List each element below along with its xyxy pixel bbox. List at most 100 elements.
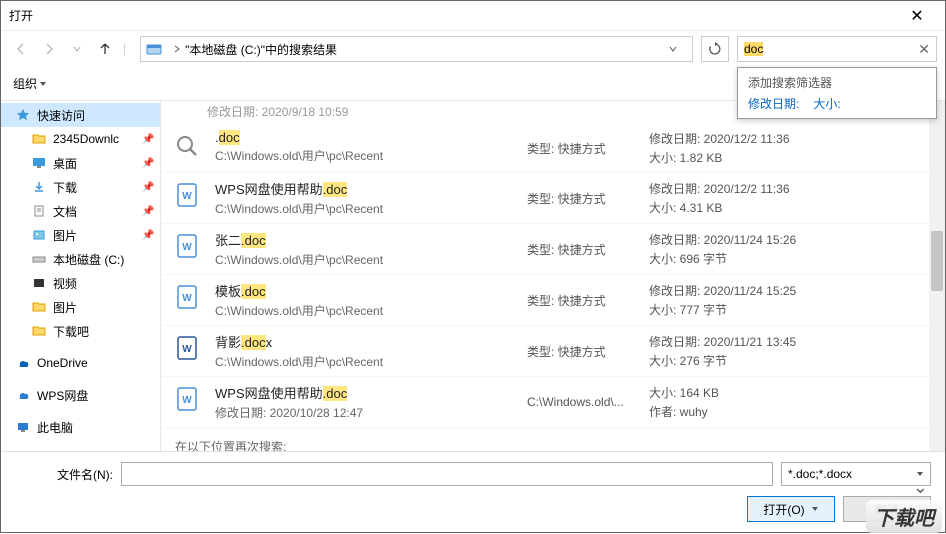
nav-label: 图片	[53, 299, 77, 316]
nav-label: 下载	[53, 179, 77, 196]
body: 快速访问 2345Downlc 📌 桌面 📌 下载 📌 文档 📌 图片 📌 本地磁盘 (C…	[1, 101, 945, 451]
organize-label: 组织	[13, 75, 37, 92]
scroll-thumb[interactable]	[931, 231, 943, 291]
watermark: ⌄ 下载吧	[816, 473, 946, 533]
chevron-right-icon	[169, 45, 185, 53]
nav-label: OneDrive	[37, 356, 88, 370]
up-button[interactable]	[93, 37, 117, 61]
forward-button[interactable]	[37, 37, 61, 61]
star-icon	[15, 107, 31, 123]
file-meta: 修改日期: 2020/12/2 11:36大小: 4.31 KB	[649, 179, 937, 217]
address-path: "本地磁盘 (C:)"中的搜索结果	[185, 41, 668, 58]
search-box[interactable]: doc ✕	[737, 36, 937, 62]
file-name-col: 模板.docC:\Windows.old\用户\pc\Recent	[215, 281, 515, 319]
nav-desktop[interactable]: 桌面 📌	[1, 151, 160, 175]
file-icon: W	[171, 281, 203, 313]
pc-icon	[15, 419, 31, 435]
result-row[interactable]: WWPS网盘使用帮助.doc修改日期: 2020/10/28 12:47C:\W…	[161, 377, 945, 428]
svg-text:W: W	[182, 293, 192, 304]
result-row[interactable]: W 模板.docC:\Windows.old\用户\pc\Recent 类型: 快捷…	[161, 275, 945, 326]
result-row[interactable]: W WPS网盘使用帮助.docC:\Windows.old\用户\pc\Recen…	[161, 173, 945, 224]
filter-date-link[interactable]: 修改日期:	[748, 95, 799, 112]
file-meta: 大小: 164 KB作者: wuhy	[649, 383, 937, 421]
file-meta: 修改日期: 2020/11/21 13:45大小: 276 字节	[649, 332, 937, 370]
nav-label: 图片	[53, 227, 77, 244]
nav-label: 2345Downlc	[53, 132, 119, 146]
svg-text:W: W	[182, 191, 192, 202]
file-path: C:\Windows.old\用户\pc\Recent	[215, 251, 515, 268]
pin-icon: 📌	[142, 230, 152, 241]
results-list: 修改日期: 2020/9/18 10:59 .docC:\Windows.old…	[161, 101, 945, 451]
file-name-col: 背影.docx C:\Windows.old\用户\pc\Recent	[215, 332, 515, 370]
nav-label: 本地磁盘 (C:)	[53, 251, 124, 268]
file-name: 背影.docx	[215, 332, 515, 351]
address-dropdown[interactable]	[668, 44, 688, 54]
result-row[interactable]: W 张二.docC:\Windows.old\用户\pc\Recent 类型: 快捷…	[161, 224, 945, 275]
file-icon: W	[171, 230, 203, 262]
nav-onedrive[interactable]: OneDrive	[1, 351, 160, 375]
nav-downloads[interactable]: 下载 📌	[1, 175, 160, 199]
nav-label: 文档	[53, 203, 77, 220]
window-title: 打开	[9, 7, 897, 24]
file-meta: 修改日期: 2020/11/24 15:25大小: 777 字节	[649, 281, 937, 319]
svg-text:W: W	[182, 395, 192, 406]
nav-quick-access[interactable]: 快速访问	[1, 103, 160, 127]
file-name-col: .docC:\Windows.old\用户\pc\Recent	[215, 130, 515, 166]
pin-icon: 📌	[142, 158, 152, 169]
file-name: WPS网盘使用帮助.doc	[215, 383, 515, 402]
svg-text:W: W	[182, 344, 192, 355]
nav-documents[interactable]: 文档 📌	[1, 199, 160, 223]
drive-icon	[31, 251, 47, 267]
nav-label: 快速访问	[37, 107, 85, 124]
file-path: C:\Windows.old\用户\pc\Recent	[215, 200, 515, 217]
search-text: doc	[744, 42, 763, 56]
file-type-col: 类型: 快捷方式	[527, 130, 637, 166]
drive-icon	[145, 40, 163, 58]
command-bar: 组织 添加搜索筛选器 修改日期: 大小:	[1, 67, 945, 101]
file-type-col: 类型: 快捷方式	[527, 230, 637, 268]
pictures-icon	[31, 227, 47, 243]
nav-local-disk[interactable]: 本地磁盘 (C:)	[1, 247, 160, 271]
filename-input[interactable]	[121, 462, 773, 486]
refresh-button[interactable]	[701, 36, 729, 62]
nav-pictures[interactable]: 图片 📌	[1, 223, 160, 247]
result-row[interactable]: W背影.docxC:\Windows.old\用户\pc\Recent类型: 快…	[161, 326, 945, 377]
file-name-col: WPS网盘使用帮助.docC:\Windows.old\用户\pc\Recent	[215, 179, 515, 217]
scrollbar[interactable]	[929, 101, 945, 451]
file-path: C:\Windows.old\用户\pc\Recent	[215, 147, 515, 164]
folder-icon	[31, 323, 47, 339]
clear-search-icon[interactable]: ✕	[918, 41, 930, 58]
nav-xiazaiba[interactable]: 下载吧	[1, 319, 160, 343]
nav-label: 桌面	[53, 155, 77, 172]
nav-label: WPS网盘	[37, 387, 88, 404]
file-path: C:\Windows.old\用户\pc\Recent	[215, 353, 515, 370]
nav-2345[interactable]: 2345Downlc 📌	[1, 127, 160, 151]
search-filter-popup: 添加搜索筛选器 修改日期: 大小:	[737, 67, 937, 119]
address-bar[interactable]: "本地磁盘 (C:)"中的搜索结果	[140, 36, 693, 62]
video-icon	[31, 275, 47, 291]
file-name-col: 张二.docC:\Windows.old\用户\pc\Recent	[215, 230, 515, 268]
pin-icon: 📌	[142, 134, 152, 145]
recent-dropdown[interactable]	[65, 37, 89, 61]
pin-icon: 📌	[142, 182, 152, 193]
separator: |	[123, 42, 126, 56]
search-input[interactable]	[763, 42, 840, 56]
pin-icon: 📌	[142, 206, 152, 217]
nav-wps[interactable]: WPS网盘	[1, 383, 160, 407]
nav-videos[interactable]: 视频	[1, 271, 160, 295]
file-type-col: 类型: 快捷方式	[527, 281, 637, 319]
filter-size-link[interactable]: 大小:	[813, 95, 840, 112]
nav-pictures2[interactable]: 图片	[1, 295, 160, 319]
download-icon	[31, 179, 47, 195]
nav-label: 此电脑	[37, 419, 73, 436]
nav-thispc[interactable]: 此电脑	[1, 415, 160, 439]
footer: 文件名(N): *.doc;*.docx 打开(O) 取消	[1, 451, 945, 534]
back-button[interactable]	[9, 37, 33, 61]
close-icon[interactable]: ✕	[897, 6, 937, 26]
file-meta: 修改日期: 2020/11/24 15:26大小: 696 字节	[649, 230, 937, 268]
file-icon: W	[171, 383, 203, 415]
filter-title: 添加搜索筛选器	[748, 74, 926, 91]
result-row[interactable]: .docC:\Windows.old\用户\pc\Recent类型: 快捷方式修…	[161, 124, 945, 173]
file-name-col: WPS网盘使用帮助.doc修改日期: 2020/10/28 12:47	[215, 383, 515, 421]
organize-button[interactable]: 组织	[13, 75, 47, 92]
